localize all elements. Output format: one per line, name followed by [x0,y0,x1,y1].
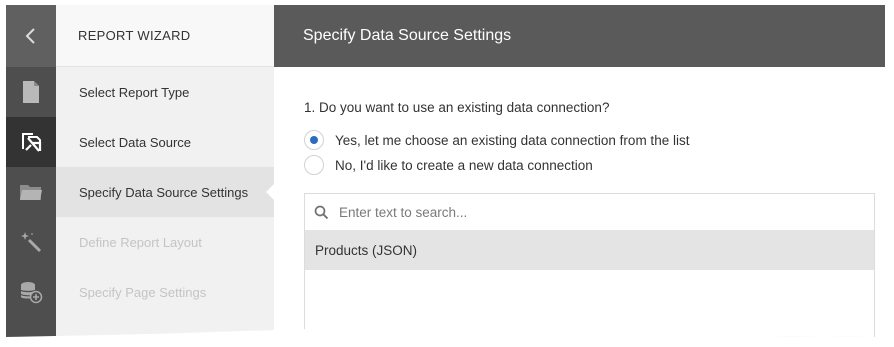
back-button[interactable] [6,5,56,67]
report-wizard: REPORT WIZARD Select Report Type Select … [6,5,885,337]
step-define-report-layout: Define Report Layout [56,217,274,267]
rail-item-data-source[interactable] [6,117,56,167]
step-label: Define Report Layout [79,234,202,250]
rail-item-report-type[interactable] [6,67,56,117]
list-item[interactable]: Products (JSON) [305,230,874,270]
rail-item-data-settings[interactable] [6,167,56,217]
step-specify-data-source-settings[interactable]: Specify Data Source Settings [56,167,274,217]
step-label: Select Data Source [79,134,192,150]
data-source-icon [22,133,42,152]
step-label: Select Report Type [79,84,190,100]
icon-rail [6,5,56,337]
option-label: Yes, let me choose an existing data conn… [335,132,690,148]
radio-button-checked[interactable] [304,130,324,150]
search-row [305,194,874,230]
step-select-data-source[interactable]: Select Data Source [56,117,274,167]
folder-icon [20,185,42,200]
step-select-report-type[interactable]: Select Report Type [56,67,274,117]
wizard-title: REPORT WIZARD [56,5,274,67]
connection-question: 1. Do you want to use an existing data c… [304,100,610,115]
radio-button-unchecked[interactable] [304,155,324,175]
option-existing-connection[interactable]: Yes, let me choose an existing data conn… [304,130,689,150]
option-label: No, I'd like to create a new data connec… [335,157,593,173]
main-panel: Specify Data Source Settings 1. Do you w… [274,5,885,337]
option-new-connection[interactable]: No, I'd like to create a new data connec… [304,155,593,175]
search-icon [314,205,329,219]
search-input[interactable] [337,203,821,221]
page-title: Specify Data Source Settings [274,5,885,67]
rail-item-page-settings[interactable] [6,267,56,317]
rail-item-layout[interactable] [6,217,56,267]
magic-wand-icon [21,232,42,253]
step-label: Specify Page Settings [79,284,207,300]
connection-label: Products (JSON) [315,242,418,258]
database-add-icon [20,282,43,304]
step-specify-page-settings: Specify Page Settings [56,267,274,317]
chevron-left-icon [25,28,35,44]
step-label: Specify Data Source Settings [79,184,249,200]
connection-list: Products (JSON) [304,193,875,337]
steps-panel: REPORT WIZARD Select Report Type Select … [56,5,274,337]
document-icon [23,81,39,103]
